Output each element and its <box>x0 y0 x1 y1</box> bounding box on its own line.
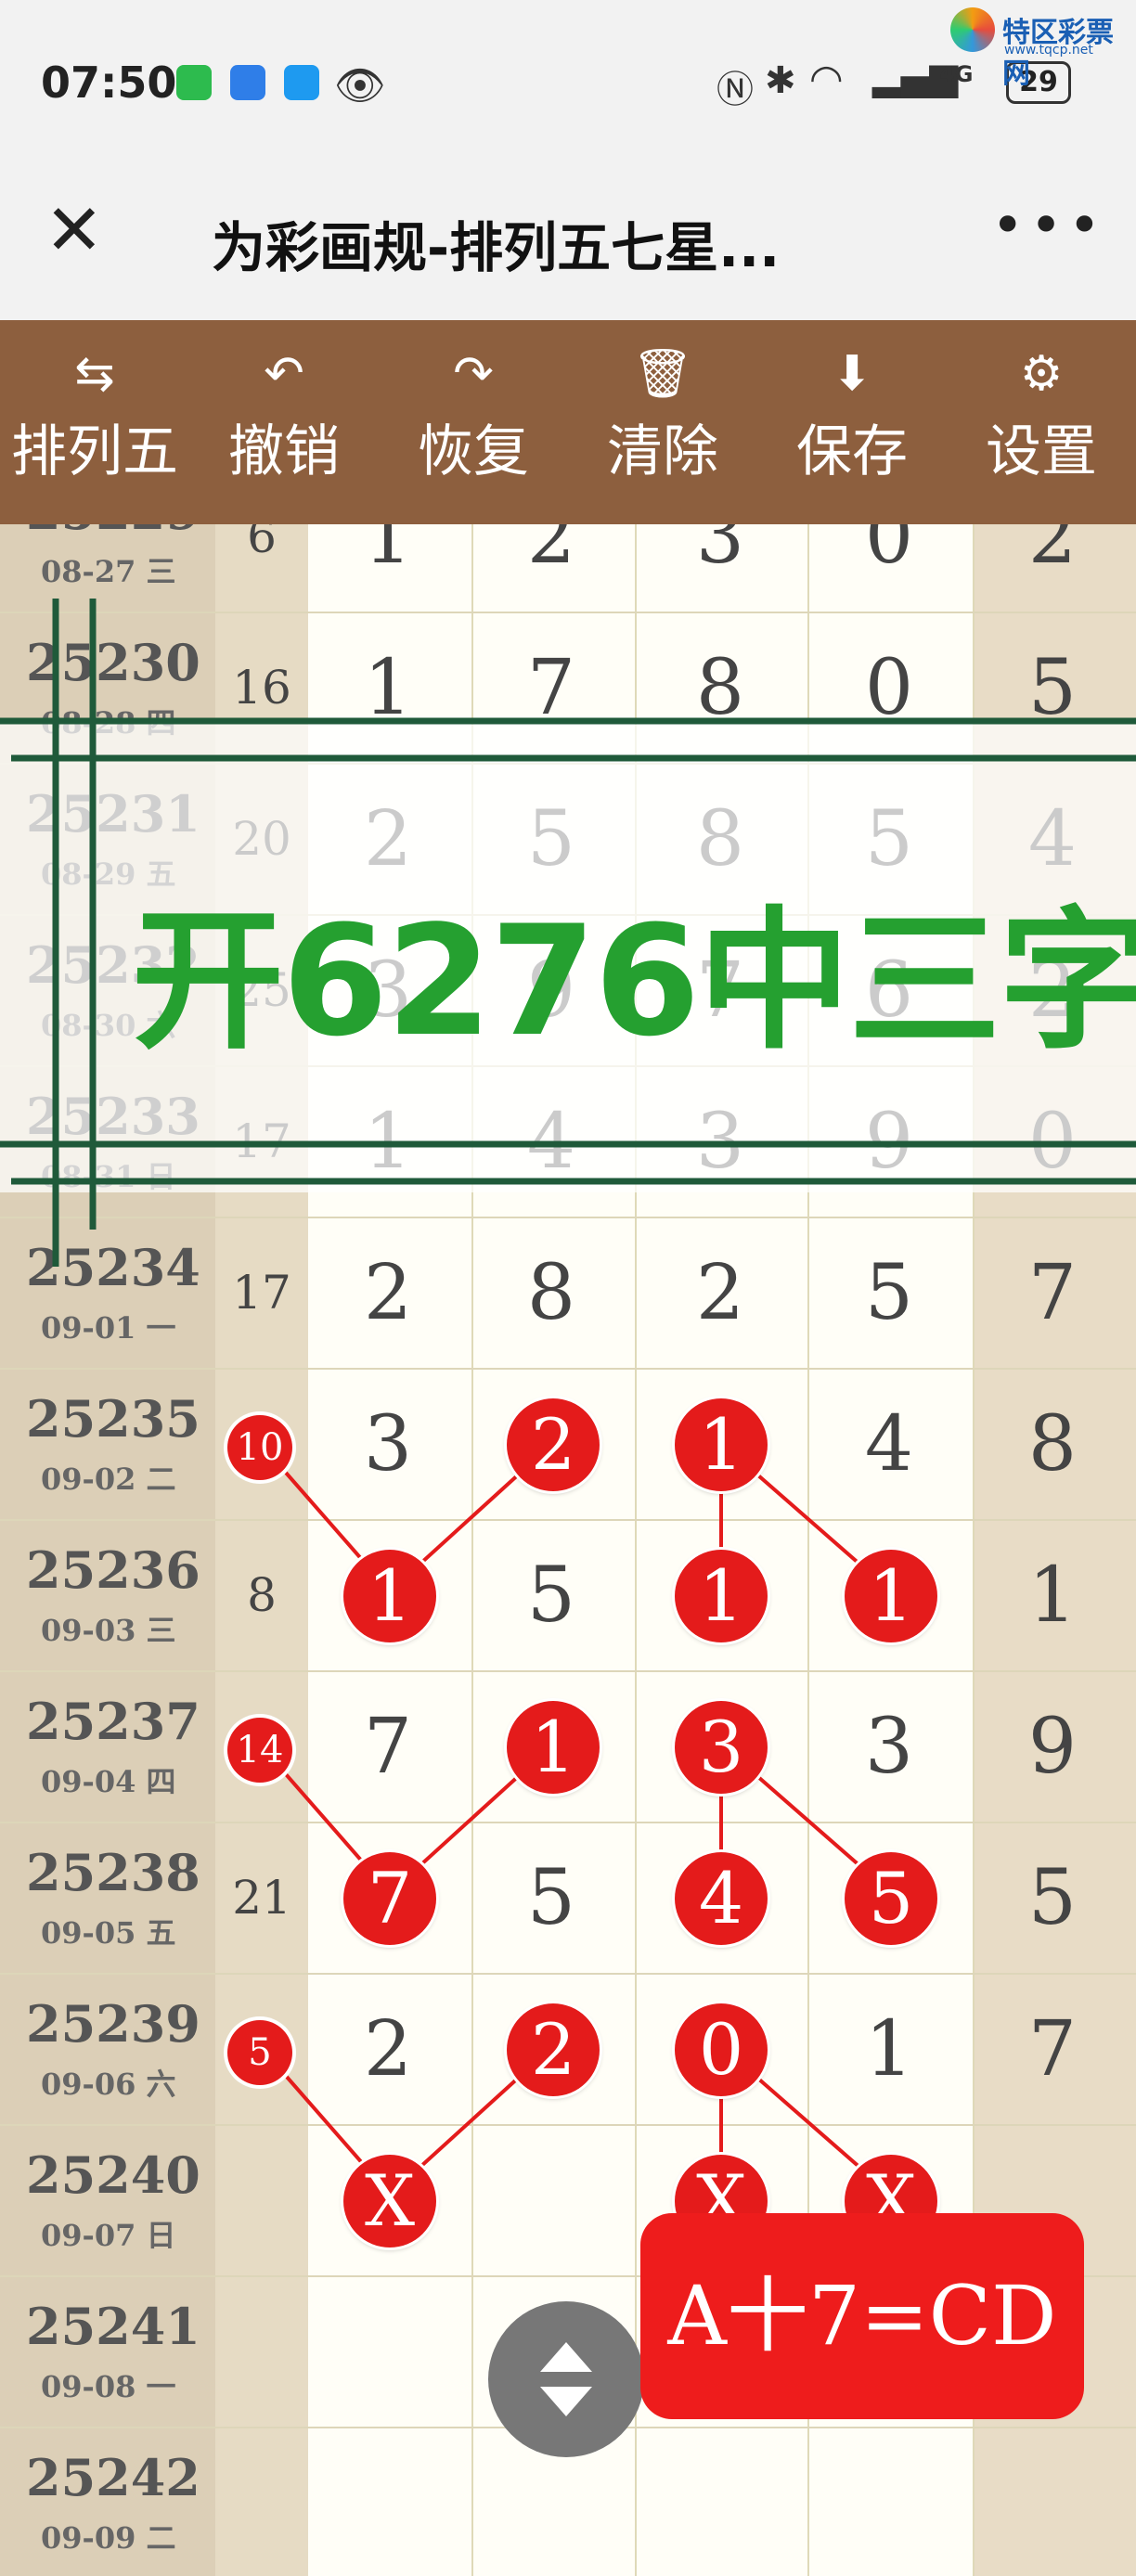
page-title: 为彩画规-排列五七星... <box>212 216 781 279</box>
app-header: ✕ 为彩画规-排列五七星... ••• <box>0 167 1136 320</box>
formula-box: A十7=CD <box>640 2213 1084 2419</box>
toolbar-button-pailie5[interactable]: ⇆ 排列五 <box>0 320 189 524</box>
watermark-url: www.tqcp.net <box>1004 43 1093 58</box>
marked-number-circle[interactable]: 5 <box>845 1852 937 1945</box>
toolbar-label: 清除 <box>607 419 718 484</box>
swap-icon: ⇆ <box>74 346 115 402</box>
redo-icon: ↷ <box>453 346 494 402</box>
message-icon <box>284 65 319 100</box>
wifi-icon: ◠ <box>809 56 844 101</box>
gap-marker-circle[interactable]: 10 <box>227 1415 292 1480</box>
download-icon: ⬇ <box>832 346 872 402</box>
toolbar-button-undo[interactable]: ↶ 撤销 <box>189 320 379 524</box>
toolbar-label: 撤销 <box>228 419 340 484</box>
trash-icon: 🗑 <box>631 346 693 402</box>
close-icon[interactable]: ✕ <box>45 195 104 265</box>
marked-number-circle[interactable]: 2 <box>507 1398 600 1491</box>
nfc-icon: Ⓝ <box>716 69 754 111</box>
marked-number-circle[interactable]: 0 <box>675 2003 768 2096</box>
toolbar-button-settings[interactable]: ⚙ 设置 <box>947 320 1136 524</box>
toolbar-label: 恢复 <box>418 419 529 484</box>
marked-number-circle[interactable]: 1 <box>845 1550 937 1642</box>
toolbar-label: 保存 <box>796 419 908 484</box>
marked-number-circle[interactable]: 4 <box>675 1852 768 1945</box>
toolbar-button-redo[interactable]: ↷ 恢复 <box>379 320 568 524</box>
bluetooth-icon: ✱ <box>765 59 796 102</box>
more-icon[interactable]: ••• <box>991 193 1106 258</box>
app-notification-icon <box>230 65 265 100</box>
scroll-toggle-button[interactable] <box>488 2301 644 2457</box>
marked-number-circle[interactable]: 1 <box>675 1398 768 1491</box>
undo-icon: ↶ <box>264 346 304 402</box>
marked-number-circle[interactable]: X <box>343 2155 436 2248</box>
gear-icon: ⚙ <box>1019 346 1064 402</box>
status-bar: 07:50 👁 Ⓝ ✱ ◠ ▂▄▆ 4G 29 特区彩票网 www.tqcp.n… <box>0 0 1136 167</box>
marked-number-circle[interactable]: 3 <box>675 1701 768 1794</box>
toolbar-label: 设置 <box>986 419 1097 484</box>
marked-number-circle[interactable]: 1 <box>675 1550 768 1642</box>
toolbar-label: 排列五 <box>11 419 178 484</box>
marked-number-circle[interactable]: 2 <box>507 2003 600 2096</box>
toolbar: ⇆ 排列五 ↶ 撤销 ↷ 恢复 🗑 清除 ⬇ 保存 ⚙ 设置 <box>0 320 1136 524</box>
status-time: 07:50 <box>41 58 177 108</box>
updown-arrows-icon <box>540 2342 592 2416</box>
eye-icon: 👁 <box>334 62 386 109</box>
lottery-chart-grid[interactable]: 2522908-27 三6123022523008-28 四1617805252… <box>0 524 1136 2576</box>
marked-number-circle[interactable]: 7 <box>343 1852 436 1945</box>
marked-number-circle[interactable]: 1 <box>507 1701 600 1794</box>
gap-marker-circle[interactable]: 14 <box>227 1718 292 1783</box>
network-type: 4G <box>939 61 974 87</box>
prediction-banner: 开6276中三字 <box>132 893 1136 1070</box>
toolbar-button-clear[interactable]: 🗑 清除 <box>568 320 757 524</box>
wechat-icon <box>176 65 212 100</box>
gap-marker-circle[interactable]: 5 <box>227 2020 292 2085</box>
toolbar-button-save[interactable]: ⬇ 保存 <box>757 320 947 524</box>
marked-number-circle[interactable]: 1 <box>343 1550 436 1642</box>
watermark-logo-icon <box>950 7 995 52</box>
